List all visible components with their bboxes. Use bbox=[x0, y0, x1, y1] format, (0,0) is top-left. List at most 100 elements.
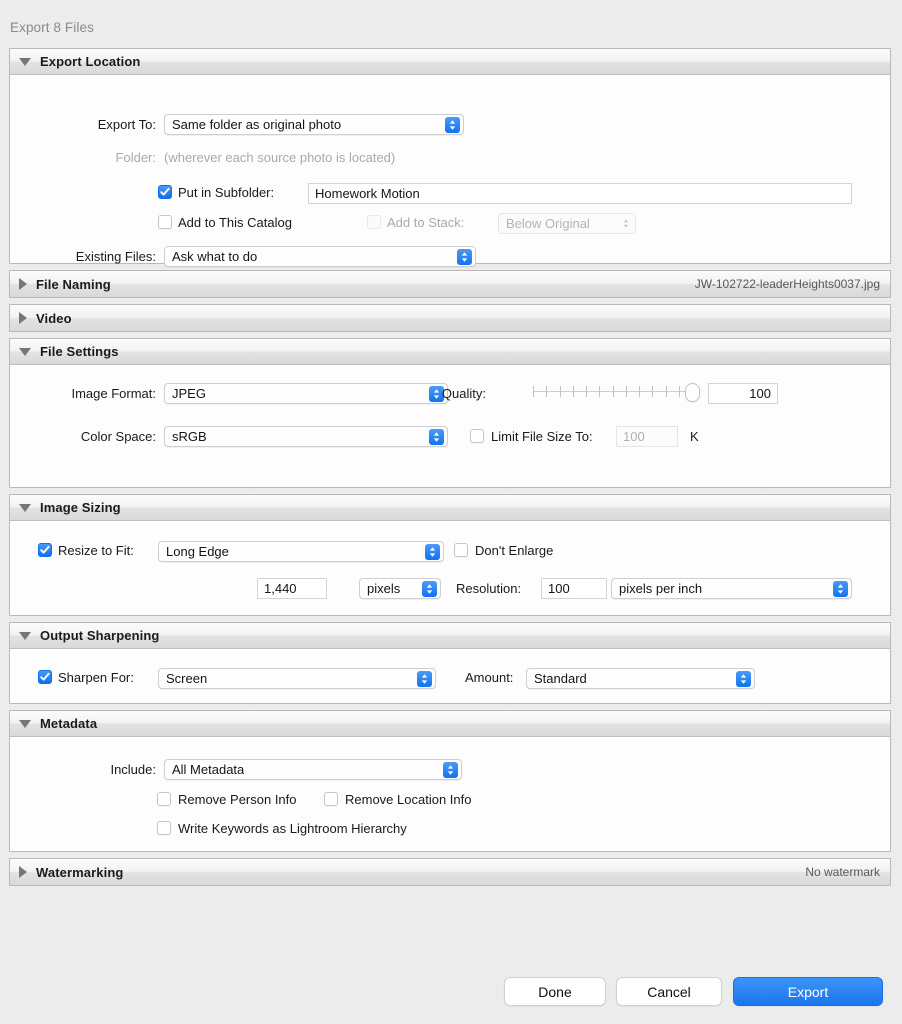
amount-select[interactable]: Standard bbox=[526, 668, 755, 689]
limit-file-size-checkbox[interactable] bbox=[470, 429, 484, 443]
section-title: Watermarking bbox=[36, 864, 124, 880]
add-to-stack-select: Below Original bbox=[498, 213, 636, 234]
cancel-button-label: Cancel bbox=[647, 983, 691, 1000]
section-title: File Settings bbox=[40, 344, 119, 359]
add-to-catalog-checkbox[interactable] bbox=[158, 215, 172, 229]
color-space-label: Color Space: bbox=[80, 429, 156, 444]
section-video: Video bbox=[9, 304, 891, 332]
include-select[interactable]: All Metadata bbox=[164, 759, 462, 780]
section-title: Output Sharpening bbox=[40, 628, 160, 643]
export-button[interactable]: Export bbox=[733, 977, 883, 1006]
remove-person-info-checkbox[interactable] bbox=[157, 792, 171, 806]
include-value: All Metadata bbox=[172, 762, 245, 777]
sharpen-for-checkbox[interactable] bbox=[38, 670, 52, 684]
section-body-output-sharpening: Sharpen For: Screen Amount: Standard bbox=[10, 649, 890, 703]
put-in-subfolder-checkbox[interactable] bbox=[158, 185, 172, 199]
sharpen-for-select[interactable]: Screen bbox=[158, 668, 436, 689]
folder-label: Folder: bbox=[115, 150, 156, 165]
image-format-label: Image Format: bbox=[71, 386, 156, 401]
export-to-label: Export To: bbox=[97, 117, 156, 132]
export-settings-panels: Export Location Export To: Same folder a… bbox=[9, 48, 891, 892]
section-watermarking: Watermarking No watermark bbox=[9, 858, 891, 886]
resolution-input[interactable]: 100 bbox=[541, 578, 607, 599]
section-header-export-location[interactable]: Export Location bbox=[10, 49, 890, 75]
section-body-export-location: Export To: Same folder as original photo… bbox=[10, 75, 890, 267]
remove-person-info-label: Remove Person Info bbox=[178, 792, 297, 807]
watermarking-summary: No watermark bbox=[805, 865, 880, 879]
image-size-input[interactable]: 1,440 bbox=[257, 578, 327, 599]
section-body-file-settings: Image Format: JPEG Quality: 100 Color Sp… bbox=[10, 365, 890, 487]
section-body-metadata: Include: All Metadata Remove Person Info… bbox=[10, 737, 890, 851]
section-output-sharpening: Output Sharpening Sharpen For: Screen Am… bbox=[9, 622, 891, 704]
resolution-unit-select[interactable]: pixels per inch bbox=[611, 578, 852, 599]
put-in-subfolder-label: Put in Subfolder: bbox=[178, 185, 275, 200]
section-header-image-sizing[interactable]: Image Sizing bbox=[10, 495, 890, 521]
dont-enlarge-checkbox[interactable] bbox=[454, 543, 468, 557]
quality-input[interactable]: 100 bbox=[708, 383, 778, 404]
resize-to-fit-value: Long Edge bbox=[166, 544, 229, 559]
disclosure-triangle-down-icon[interactable] bbox=[19, 503, 31, 512]
quality-slider-ticks bbox=[533, 385, 693, 398]
section-header-file-settings[interactable]: File Settings bbox=[10, 339, 890, 365]
chevron-updown-icon bbox=[833, 580, 848, 597]
section-header-metadata[interactable]: Metadata bbox=[10, 711, 890, 737]
limit-file-size-input[interactable]: 100 bbox=[616, 426, 678, 447]
size-unit-select[interactable]: pixels bbox=[359, 578, 441, 599]
section-body-image-sizing: Resize to Fit: Long Edge Don't Enlarge 1… bbox=[10, 521, 890, 615]
chevron-updown-icon bbox=[445, 116, 460, 133]
section-header-watermarking[interactable]: Watermarking No watermark bbox=[10, 859, 890, 885]
chevron-updown-icon bbox=[443, 761, 458, 778]
window-title: Export 8 Files bbox=[10, 20, 94, 35]
amount-value: Standard bbox=[534, 671, 587, 686]
disclosure-triangle-down-icon[interactable] bbox=[19, 719, 31, 728]
sharpen-for-value: Screen bbox=[166, 671, 208, 686]
chevron-updown-icon bbox=[425, 543, 440, 560]
disclosure-triangle-right-icon[interactable] bbox=[19, 278, 27, 290]
add-to-stack-value: Below Original bbox=[506, 216, 590, 231]
section-header-output-sharpening[interactable]: Output Sharpening bbox=[10, 623, 890, 649]
resize-to-fit-label: Resize to Fit: bbox=[58, 543, 134, 558]
disclosure-triangle-down-icon[interactable] bbox=[19, 631, 31, 640]
section-image-sizing: Image Sizing Resize to Fit: Long Edge Do… bbox=[9, 494, 891, 616]
section-metadata: Metadata Include: All Metadata Remove Pe… bbox=[9, 710, 891, 852]
section-title: Metadata bbox=[40, 716, 98, 731]
remove-location-info-label: Remove Location Info bbox=[345, 792, 472, 807]
dont-enlarge-label: Don't Enlarge bbox=[475, 543, 554, 558]
color-space-select[interactable]: sRGB bbox=[164, 426, 448, 447]
done-button-label: Done bbox=[538, 983, 572, 1000]
limit-file-size-unit: K bbox=[690, 429, 699, 444]
chevron-updown-icon bbox=[417, 670, 432, 687]
write-keywords-label: Write Keywords as Lightroom Hierarchy bbox=[178, 821, 407, 836]
subfolder-input[interactable]: Homework Motion bbox=[308, 183, 852, 204]
size-unit-value: pixels bbox=[367, 581, 401, 596]
disclosure-triangle-right-icon[interactable] bbox=[19, 866, 27, 878]
remove-location-info-checkbox[interactable] bbox=[324, 792, 338, 806]
quality-slider[interactable] bbox=[533, 382, 700, 402]
section-header-video[interactable]: Video bbox=[10, 305, 890, 331]
chevron-updown-icon bbox=[620, 216, 632, 232]
chevron-updown-icon bbox=[736, 670, 751, 687]
cancel-button[interactable]: Cancel bbox=[616, 977, 722, 1006]
section-title: Video bbox=[36, 310, 72, 326]
export-button-label: Export bbox=[787, 983, 829, 1000]
resize-to-fit-checkbox[interactable] bbox=[38, 543, 52, 557]
export-to-value: Same folder as original photo bbox=[172, 117, 342, 132]
write-keywords-checkbox[interactable] bbox=[157, 821, 171, 835]
chevron-updown-icon bbox=[457, 248, 472, 265]
export-to-select[interactable]: Same folder as original photo bbox=[164, 114, 464, 135]
section-file-settings: File Settings Image Format: JPEG Quality… bbox=[9, 338, 891, 488]
limit-file-size-value: 100 bbox=[623, 429, 645, 444]
disclosure-triangle-down-icon[interactable] bbox=[19, 57, 31, 66]
existing-files-value: Ask what to do bbox=[172, 249, 258, 264]
quality-slider-thumb[interactable] bbox=[685, 383, 700, 402]
resize-to-fit-select[interactable]: Long Edge bbox=[158, 541, 444, 562]
done-button[interactable]: Done bbox=[504, 977, 606, 1006]
sharpen-for-label: Sharpen For: bbox=[58, 670, 134, 685]
quality-label: Quality: bbox=[441, 386, 486, 401]
color-space-value: sRGB bbox=[172, 429, 207, 444]
section-export-location: Export Location Export To: Same folder a… bbox=[9, 48, 891, 267]
disclosure-triangle-right-icon[interactable] bbox=[19, 312, 27, 324]
section-header-file-naming[interactable]: File Naming JW-102722-leaderHeights0037.… bbox=[10, 271, 890, 297]
existing-files-select[interactable]: Ask what to do bbox=[164, 246, 476, 267]
disclosure-triangle-down-icon[interactable] bbox=[19, 347, 31, 356]
